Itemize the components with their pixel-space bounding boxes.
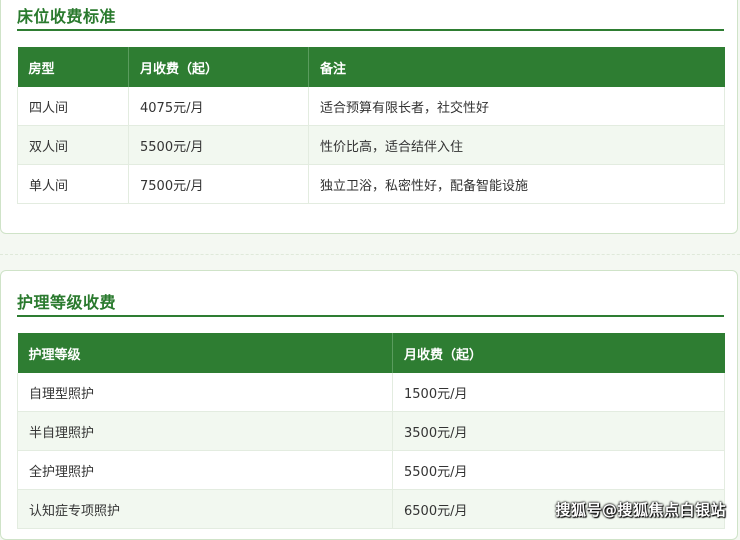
care-level-cell: 自理型照护 [17, 373, 393, 412]
section-separator [0, 254, 740, 255]
fee-cell: 5500元/月 [392, 450, 725, 490]
column-header-remarks: 备注 [308, 47, 725, 87]
table-row: 全护理照护 5500元/月 [17, 450, 725, 490]
fee-cell: 1500元/月 [392, 373, 725, 412]
table-header-row: 护理等级 月收费（起） [17, 333, 725, 373]
table-row: 自理型照护 1500元/月 [17, 373, 725, 412]
table-row: 半自理照护 3500元/月 [17, 411, 725, 451]
room-type-cell: 双人间 [17, 125, 129, 165]
remark-cell: 独立卫浴，私密性好，配备智能设施 [308, 164, 725, 204]
table-row: 双人间 5500元/月 性价比高，适合结伴入住 [17, 125, 725, 165]
table-header-row: 房型 月收费（起） 备注 [17, 47, 725, 87]
table-row: 四人间 4075元/月 适合预算有限长者，社交性好 [17, 87, 725, 126]
fee-cell: 5500元/月 [128, 125, 309, 165]
care-level-cell: 认知症专项照护 [17, 489, 393, 529]
fee-cell: 3500元/月 [392, 411, 725, 451]
care-fee-title: 护理等级收费 [17, 293, 117, 312]
room-type-cell: 单人间 [17, 164, 129, 204]
column-header-monthly-fee: 月收费（起） [128, 47, 309, 87]
bed-fee-title: 床位收费标准 [17, 7, 117, 26]
care-level-cell: 半自理照护 [17, 411, 393, 451]
remark-cell: 性价比高，适合结伴入住 [308, 125, 725, 165]
column-header-room-type: 房型 [17, 47, 129, 87]
bed-fee-card: 床位收费标准 房型 月收费（起） 备注 四人间 4075元/月 适合预算有限长者… [0, 0, 738, 234]
column-header-care-level: 护理等级 [17, 333, 393, 373]
remark-cell: 适合预算有限长者，社交性好 [308, 87, 725, 126]
title-underline [17, 29, 724, 31]
sohu-watermark: 搜狐号@搜狐焦点白银站 [555, 501, 726, 519]
room-type-cell: 四人间 [17, 87, 129, 126]
title-underline [17, 315, 724, 317]
table-row: 单人间 7500元/月 独立卫浴，私密性好，配备智能设施 [17, 164, 725, 204]
bed-fee-table: 房型 月收费（起） 备注 四人间 4075元/月 适合预算有限长者，社交性好 双… [17, 47, 725, 204]
care-level-cell: 全护理照护 [17, 450, 393, 490]
column-header-monthly-fee: 月收费（起） [392, 333, 725, 373]
fee-cell: 7500元/月 [128, 164, 309, 204]
fee-cell: 4075元/月 [128, 87, 309, 126]
